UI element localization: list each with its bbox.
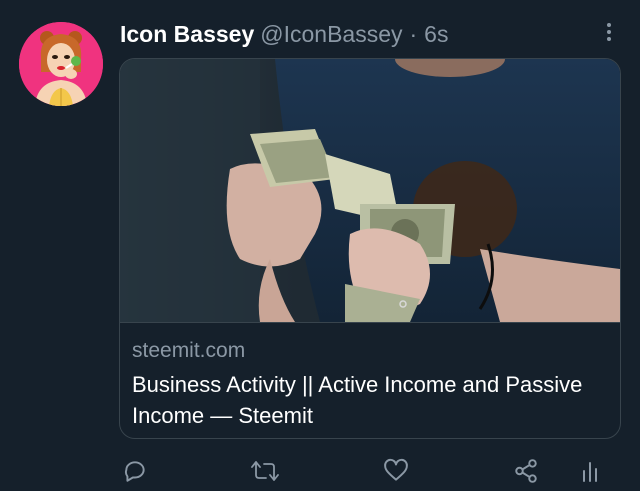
money-counting-photo — [120, 59, 620, 322]
tweet-header: Icon Bassey @IconBassey · 6s — [120, 18, 448, 50]
link-card[interactable]: steemit.com Business Activity || Active … — [119, 58, 621, 439]
card-image[interactable] — [120, 59, 620, 322]
user-handle[interactable]: @IconBassey — [260, 21, 402, 48]
separator-dot: · — [409, 20, 418, 47]
reply-icon — [124, 461, 145, 482]
reply-button[interactable] — [120, 456, 150, 486]
retweet-button[interactable] — [250, 456, 280, 486]
retweet-icon — [251, 461, 279, 481]
more-vertical-icon — [607, 23, 611, 41]
like-button[interactable] — [381, 456, 411, 486]
tweet-time[interactable]: 6s — [424, 21, 448, 48]
heart-icon — [384, 458, 408, 481]
share-button[interactable] — [511, 456, 541, 486]
analytics-button[interactable] — [575, 456, 605, 486]
card-body[interactable]: steemit.com Business Activity || Active … — [120, 322, 620, 438]
more-button[interactable] — [597, 20, 621, 44]
analytics-icon — [583, 462, 597, 482]
card-title: Business Activity || Active Income and P… — [132, 372, 583, 428]
card-domain: steemit.com — [132, 339, 246, 362]
tweet[interactable]: Icon Bassey @IconBassey · 6s steemit.com… — [0, 0, 640, 491]
share-icon — [515, 459, 537, 483]
action-bar — [0, 456, 640, 488]
display-name[interactable]: Icon Bassey — [120, 21, 254, 48]
avatar[interactable] — [19, 22, 103, 106]
avatar-illustration — [19, 22, 103, 106]
